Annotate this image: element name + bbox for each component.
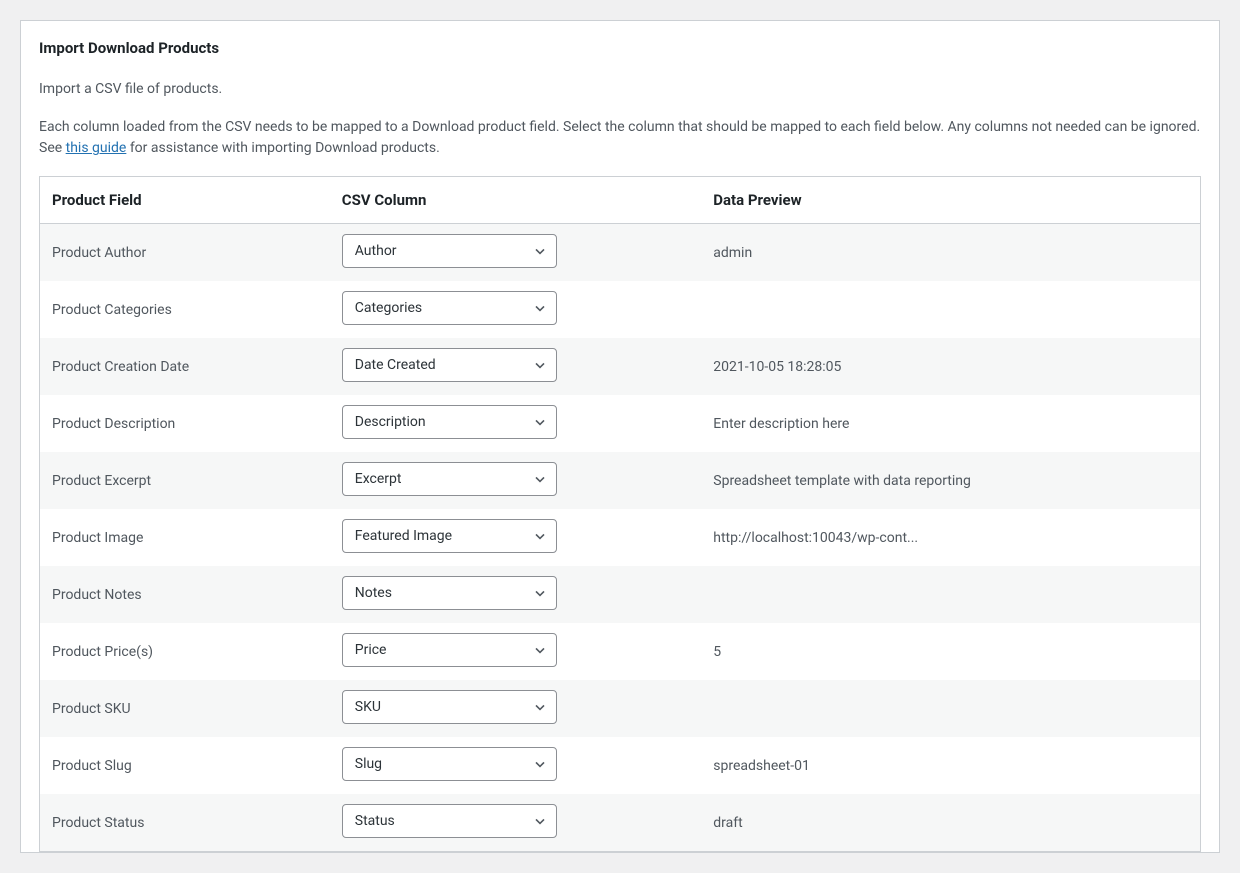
field-label: Product Price(s) <box>40 623 330 680</box>
intro-line-2: Each column loaded from the CSV needs to… <box>21 117 1219 160</box>
mapping-table: Product Field CSV Column Data Preview Pr… <box>39 176 1201 852</box>
data-preview <box>701 680 1200 737</box>
select-value: Featured Image <box>343 520 556 552</box>
table-row: Product Price(s) Price 5 <box>40 623 1201 680</box>
select-value: Categories <box>343 292 556 324</box>
column-select-cell: Price <box>330 623 702 680</box>
intro-line-1: Import a CSV file of products. <box>21 79 1219 101</box>
field-label: Product SKU <box>40 680 330 737</box>
select-value: Price <box>343 634 556 666</box>
column-select-cell: Date Created <box>330 338 702 395</box>
header-data-preview: Data Preview <box>701 177 1200 224</box>
csv-column-select[interactable]: Status <box>342 804 557 838</box>
table-row: Product Description Description Enter desc… <box>40 395 1201 452</box>
data-preview: http://localhost:10043/wp-cont... <box>701 509 1200 566</box>
column-select-cell: SKU <box>330 680 702 737</box>
select-value: Author <box>343 235 556 267</box>
field-label: Product Description <box>40 395 330 452</box>
mapping-table-wrap: Product Field CSV Column Data Preview Pr… <box>21 176 1219 852</box>
select-value: Notes <box>343 577 556 609</box>
field-label: Product Status <box>40 794 330 852</box>
data-preview: Enter description here <box>701 395 1200 452</box>
import-panel: Import Download Products Import a CSV fi… <box>20 20 1220 853</box>
intro-text-after: for assistance with importing Download p… <box>126 140 439 156</box>
table-row: Product SKU SKU <box>40 680 1201 737</box>
field-label: Product Excerpt <box>40 452 330 509</box>
table-row: Product Categories Categories <box>40 281 1201 338</box>
field-label: Product Slug <box>40 737 330 794</box>
column-select-cell: Notes <box>330 566 702 623</box>
data-preview: 5 <box>701 623 1200 680</box>
csv-column-select[interactable]: Date Created <box>342 348 557 382</box>
column-select-cell: Author <box>330 224 702 282</box>
data-preview: spreadsheet-01 <box>701 737 1200 794</box>
data-preview: admin <box>701 224 1200 282</box>
select-value: Status <box>343 805 556 837</box>
column-select-cell: Featured Image <box>330 509 702 566</box>
data-preview: draft <box>701 794 1200 852</box>
table-row: Product Slug Slug spreadsheet-01 <box>40 737 1201 794</box>
csv-column-select[interactable]: Notes <box>342 576 557 610</box>
header-csv-column: CSV Column <box>330 177 702 224</box>
csv-column-select[interactable]: Price <box>342 633 557 667</box>
csv-column-select[interactable]: Author <box>342 234 557 268</box>
column-select-cell: Status <box>330 794 702 852</box>
table-row: Product Notes Notes <box>40 566 1201 623</box>
column-select-cell: Excerpt <box>330 452 702 509</box>
csv-column-select[interactable]: SKU <box>342 690 557 724</box>
data-preview: 2021-10-05 18:28:05 <box>701 338 1200 395</box>
table-row: Product Author Author admin <box>40 224 1201 282</box>
header-product-field: Product Field <box>40 177 330 224</box>
table-row: Product Creation Date Date Created 2021-10… <box>40 338 1201 395</box>
column-select-cell: Description <box>330 395 702 452</box>
column-select-cell: Categories <box>330 281 702 338</box>
csv-column-select[interactable]: Excerpt <box>342 462 557 496</box>
field-label: Product Notes <box>40 566 330 623</box>
table-row: Product Status Status draft <box>40 794 1201 852</box>
select-value: SKU <box>343 691 556 723</box>
csv-column-select[interactable]: Slug <box>342 747 557 781</box>
panel-title: Import Download Products <box>21 39 1219 57</box>
select-value: Slug <box>343 748 556 780</box>
field-label: Product Creation Date <box>40 338 330 395</box>
table-row: Product Image Featured Image http://localh… <box>40 509 1201 566</box>
field-label: Product Image <box>40 509 330 566</box>
csv-column-select[interactable]: Categories <box>342 291 557 325</box>
data-preview <box>701 566 1200 623</box>
data-preview <box>701 281 1200 338</box>
guide-link[interactable]: this guide <box>66 140 127 156</box>
csv-column-select[interactable]: Description <box>342 405 557 439</box>
data-preview: Spreadsheet template with data reporting <box>701 452 1200 509</box>
field-label: Product Author <box>40 224 330 282</box>
column-select-cell: Slug <box>330 737 702 794</box>
select-value: Excerpt <box>343 463 556 495</box>
select-value: Date Created <box>343 349 556 381</box>
table-row: Product Excerpt Excerpt Spreadsheet templa… <box>40 452 1201 509</box>
csv-column-select[interactable]: Featured Image <box>342 519 557 553</box>
select-value: Description <box>343 406 556 438</box>
field-label: Product Categories <box>40 281 330 338</box>
